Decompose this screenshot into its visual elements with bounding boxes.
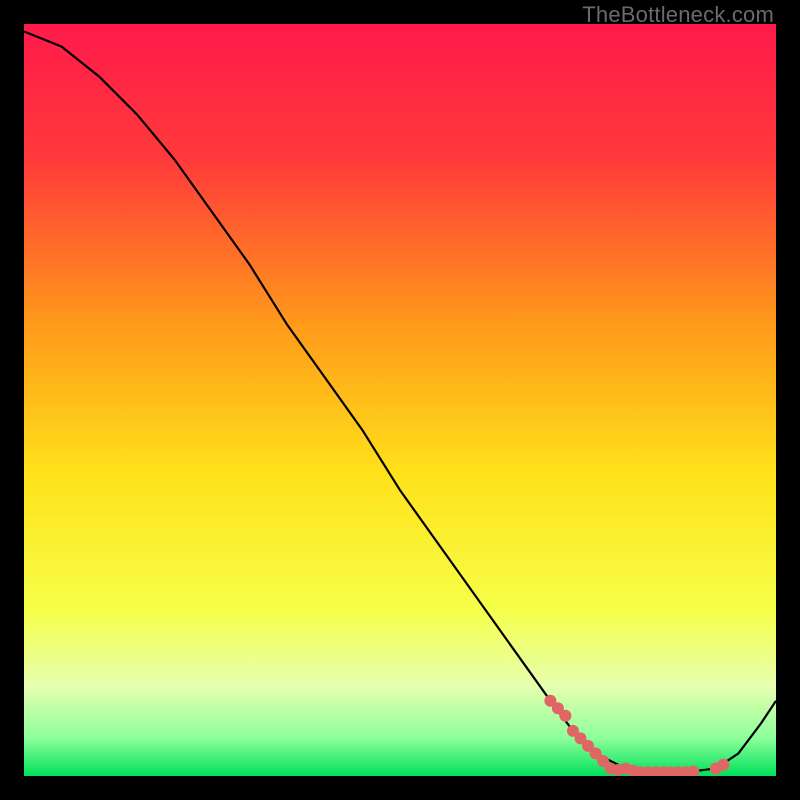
optimal-point bbox=[717, 759, 729, 771]
chart-frame bbox=[24, 24, 776, 776]
bottleneck-chart bbox=[24, 24, 776, 776]
gradient-background bbox=[24, 24, 776, 776]
watermark-text: TheBottleneck.com bbox=[582, 2, 774, 28]
optimal-point bbox=[559, 710, 571, 722]
